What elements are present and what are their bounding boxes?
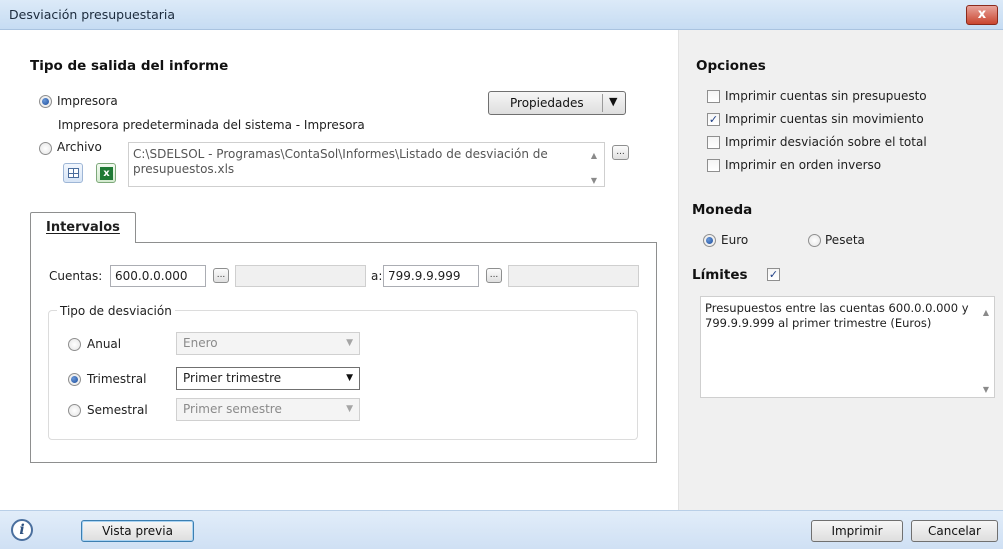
print-button[interactable]: Imprimir	[811, 520, 903, 542]
scroll-up-icon[interactable]: ▲	[983, 305, 989, 320]
semester-select: Primer semestre ▼	[176, 398, 360, 421]
option-checkbox-no-movement[interactable]: ✓	[707, 113, 720, 126]
account-from-lookup-button[interactable]: ...	[213, 268, 229, 283]
account-to-input[interactable]: 799.9.9.999	[383, 265, 479, 287]
option-checkbox-reverse-order[interactable]	[707, 159, 720, 172]
info-glyph: i	[19, 522, 25, 538]
tab-intervals-label: Intervalos	[46, 220, 120, 235]
file-path-line-1: C:\SDELSOL - Programas\ContaSol\Informes…	[133, 147, 548, 161]
ellipsis-icon: ...	[489, 270, 499, 280]
properties-label: Propiedades	[510, 96, 584, 110]
preview-button[interactable]: Vista previa	[81, 520, 194, 542]
title-bar: Desviación presupuestaria x	[0, 0, 1003, 30]
report-settings-panel: Tipo de salida del informe Impresora Imp…	[0, 30, 678, 510]
close-icon: x	[977, 7, 987, 22]
info-icon[interactable]: i	[11, 519, 33, 541]
scroll-up-icon[interactable]: ▲	[591, 148, 597, 163]
option-label-reverse-order: Imprimir en orden inverso	[725, 158, 882, 172]
scroll-down-icon[interactable]: ▼	[591, 173, 597, 188]
euro-radio[interactable]	[703, 234, 716, 247]
split-divider	[602, 94, 603, 112]
account-to-lookup-button[interactable]: ...	[486, 268, 502, 283]
option-checkbox-total-deviation[interactable]	[707, 136, 720, 149]
account-to-label: a:	[371, 269, 383, 283]
quarter-select[interactable]: Primer trimestre ▼	[176, 367, 360, 390]
limits-description-box[interactable]: Presupuestos entre las cuentas 600.0.0.0…	[700, 296, 995, 398]
annual-month-select: Enero ▼	[176, 332, 360, 355]
file-label: Archivo	[57, 140, 102, 154]
properties-button[interactable]: Propiedades ▼	[488, 91, 626, 115]
options-panel: Opciones Imprimir cuentas sin presupuest…	[678, 30, 1003, 510]
quarter-value: Primer trimestre	[183, 371, 282, 385]
printer-radio[interactable]	[39, 95, 52, 108]
currency-title: Moneda	[692, 202, 753, 218]
semester-value: Primer semestre	[183, 402, 282, 416]
option-label-total-deviation: Imprimir desviación sobre el total	[725, 135, 927, 149]
limits-checkbox[interactable]: ✓	[767, 268, 780, 281]
quarterly-label: Trimestral	[87, 372, 147, 386]
close-button[interactable]: x	[966, 5, 998, 25]
semiannual-radio[interactable]	[68, 404, 81, 417]
ellipsis-icon: ...	[616, 147, 625, 157]
chevron-down-icon: ▼	[346, 338, 353, 348]
print-label: Imprimir	[831, 524, 883, 538]
annual-radio[interactable]	[68, 338, 81, 351]
limits-title: Límites	[692, 267, 748, 283]
limits-description: Presupuestos entre las cuentas 600.0.0.0…	[705, 301, 969, 330]
option-label-no-movement: Imprimir cuentas sin movimiento	[725, 112, 924, 126]
preview-label: Vista previa	[102, 524, 173, 538]
file-radio[interactable]	[39, 142, 52, 155]
chevron-down-icon[interactable]: ▼	[346, 368, 353, 388]
peseta-label: Peseta	[825, 233, 865, 247]
account-from-name-field	[235, 265, 366, 287]
footer-bar: i Vista previa Imprimir Cancelar	[0, 510, 1003, 549]
annual-month-value: Enero	[183, 336, 218, 350]
accounts-label: Cuentas:	[49, 269, 103, 283]
file-path-line-2: presupuestos.xls	[133, 162, 235, 176]
browse-file-button[interactable]: ...	[612, 145, 629, 160]
printer-description: Impresora predeterminada del sistema - I…	[58, 118, 365, 132]
file-path-field[interactable]: C:\SDELSOL - Programas\ContaSol\Informes…	[128, 142, 605, 187]
deviation-group-title: Tipo de desviación	[57, 304, 175, 318]
ellipsis-icon: ...	[216, 270, 226, 280]
tab-intervals[interactable]: Intervalos	[30, 212, 136, 243]
chevron-down-icon[interactable]: ▼	[609, 92, 617, 112]
spreadsheet-icon[interactable]	[63, 163, 83, 183]
options-title: Opciones	[696, 58, 766, 74]
printer-label: Impresora	[57, 94, 118, 108]
euro-label: Euro	[721, 233, 749, 247]
quarterly-radio[interactable]	[68, 373, 81, 386]
cancel-label: Cancelar	[928, 524, 981, 538]
cancel-button[interactable]: Cancelar	[911, 520, 998, 542]
option-checkbox-no-budget[interactable]	[707, 90, 720, 103]
peseta-radio[interactable]	[808, 234, 821, 247]
account-to-name-field	[508, 265, 639, 287]
account-from-input[interactable]: 600.0.0.000	[110, 265, 206, 287]
output-section-title: Tipo de salida del informe	[30, 58, 229, 74]
annual-label: Anual	[87, 337, 122, 351]
semiannual-label: Semestral	[87, 403, 148, 417]
option-label-no-budget: Imprimir cuentas sin presupuesto	[725, 89, 927, 103]
excel-icon[interactable]: x	[96, 163, 116, 183]
window-title: Desviación presupuestaria	[9, 7, 176, 22]
scroll-down-icon[interactable]: ▼	[983, 382, 989, 397]
chevron-down-icon: ▼	[346, 404, 353, 414]
